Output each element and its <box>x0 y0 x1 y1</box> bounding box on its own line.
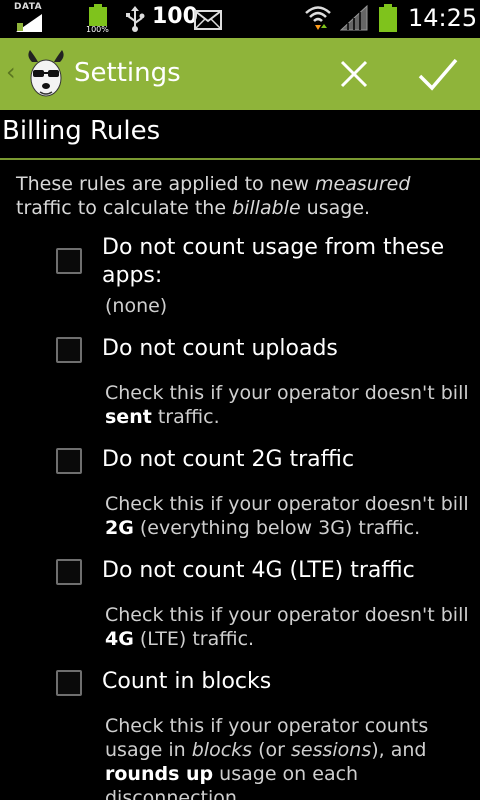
action-bar: ‹ Settings <box>0 38 480 110</box>
battery-percent-small: 100% <box>86 25 109 34</box>
status-bar: DATA 100% 100 14:25 <box>0 0 480 38</box>
rule-title: Do not count 2G traffic <box>102 447 355 472</box>
clock: 14:25 <box>408 4 478 32</box>
rule-summary: Check this if your operator doesn't bill… <box>105 604 469 650</box>
wifi-icon <box>305 6 331 30</box>
battery-icon <box>89 4 107 26</box>
rule-summary: Check this if your operator doesn't bill… <box>105 493 469 539</box>
usb-icon <box>126 6 145 32</box>
data-label: DATA <box>14 2 43 12</box>
battery-icon <box>379 4 397 32</box>
intro-text: These rules are applied to new measured … <box>16 173 411 219</box>
checkbox[interactable] <box>56 248 82 274</box>
checkbox[interactable] <box>56 559 82 585</box>
rule-title: Do not count usage from these apps: <box>102 235 445 288</box>
rule-count-in-blocks[interactable]: Count in blocks Check this if your opera… <box>0 667 480 800</box>
checkbox[interactable] <box>56 448 82 474</box>
rule-exclude-apps[interactable]: Do not count usage from these apps: (non… <box>0 232 480 324</box>
app-logo-icon[interactable] <box>24 48 68 100</box>
rule-4g[interactable]: Do not count 4G (LTE) traffic Check this… <box>0 556 480 656</box>
rule-summary: Check this if your operator counts usage… <box>105 715 429 800</box>
rule-uploads[interactable]: Do not count uploads Check this if your … <box>0 334 480 434</box>
checkbox[interactable] <box>56 337 82 363</box>
check-icon[interactable] <box>414 52 462 96</box>
screen-title: Settings <box>74 58 181 88</box>
checkbox[interactable] <box>56 670 82 696</box>
rule-title: Count in blocks <box>102 669 272 694</box>
rule-summary: (none) <box>105 295 168 317</box>
back-caret-icon[interactable]: ‹ <box>6 58 16 86</box>
battery-percent: 100 <box>152 4 198 29</box>
rule-title: Do not count uploads <box>102 336 338 361</box>
signal-icon <box>340 5 368 31</box>
section-header: Billing Rules <box>2 116 161 146</box>
data-icon <box>16 14 42 32</box>
close-icon[interactable] <box>334 54 374 94</box>
rule-title: Do not count 4G (LTE) traffic <box>102 558 415 583</box>
mail-icon <box>194 10 222 30</box>
rule-2g[interactable]: Do not count 2G traffic Check this if yo… <box>0 445 480 545</box>
rule-summary: Check this if your operator doesn't bill… <box>105 382 469 428</box>
section-divider <box>0 158 480 160</box>
